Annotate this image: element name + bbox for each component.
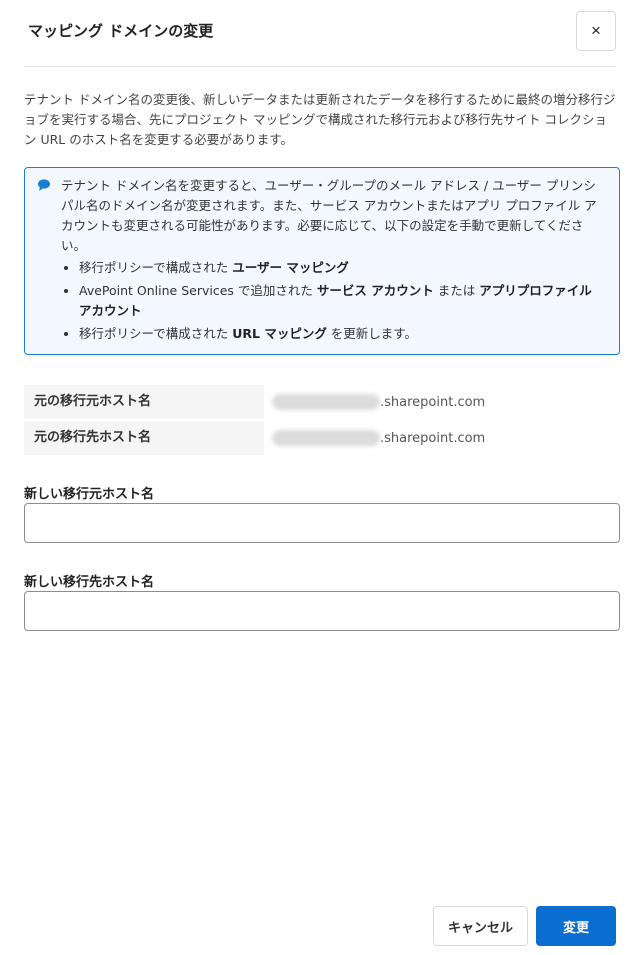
list-item-bold: サービス アカウント — [316, 283, 434, 298]
list-item: 移行ポリシーで構成された ユーザー マッピング — [79, 258, 607, 278]
close-button[interactable]: × — [576, 11, 616, 51]
list-item-bold: ユーザー マッピング — [232, 260, 349, 275]
list-item: AvePoint Online Services で追加された サービス アカウ… — [79, 281, 607, 321]
list-item-text: を更新します。 — [326, 326, 418, 341]
dialog-description: テナント ドメイン名の変更後、新しいデータまたは更新されたデータを移行するために… — [24, 92, 616, 147]
original-source-row: 元の移行元ホスト名 .sharepoint.com — [24, 385, 620, 419]
new-source-input[interactable] — [24, 503, 620, 543]
redacted-hostname — [272, 430, 380, 446]
original-target-value: .sharepoint.com — [272, 421, 485, 455]
original-target-suffix: .sharepoint.com — [380, 430, 486, 446]
list-item-text: または — [433, 283, 480, 298]
info-list: 移行ポリシーで構成された ユーザー マッピング AvePoint Online … — [61, 258, 607, 344]
new-source-label: 新しい移行元ホスト名 — [24, 487, 155, 502]
list-item: 移行ポリシーで構成された URL マッピング を更新します。 — [79, 324, 607, 344]
info-box: テナント ドメイン名を変更すると、ユーザー・グループのメール アドレス / ユー… — [24, 167, 620, 355]
list-item-text: 移行ポリシーで構成された — [79, 260, 233, 275]
original-source-label: 元の移行元ホスト名 — [24, 385, 264, 419]
original-target-row: 元の移行先ホスト名 .sharepoint.com — [24, 421, 620, 455]
speech-bubble-icon — [38, 179, 50, 191]
new-target-label: 新しい移行先ホスト名 — [24, 575, 155, 590]
original-source-suffix: .sharepoint.com — [380, 394, 486, 410]
new-target-input[interactable] — [24, 591, 620, 631]
close-icon: × — [591, 21, 601, 40]
list-item-text: AvePoint Online Services で追加された — [79, 283, 317, 298]
original-source-value: .sharepoint.com — [272, 385, 485, 419]
dialog-header: マッピング ドメインの変更 × — [24, 0, 616, 67]
change-button[interactable]: 変更 — [536, 906, 616, 946]
change-mapping-domain-dialog: マッピング ドメインの変更 × テナント ドメイン名の変更後、新しいデータまたは… — [0, 0, 640, 955]
redacted-hostname — [272, 394, 380, 410]
cancel-button[interactable]: キャンセル — [433, 906, 528, 946]
list-item-bold: URL マッピング — [232, 326, 327, 341]
info-text: テナント ドメイン名を変更すると、ユーザー・グループのメール アドレス / ユー… — [61, 178, 597, 253]
dialog-title: マッピング ドメインの変更 — [28, 22, 214, 40]
original-target-label: 元の移行先ホスト名 — [24, 421, 264, 455]
list-item-text: 移行ポリシーで構成された — [79, 326, 233, 341]
